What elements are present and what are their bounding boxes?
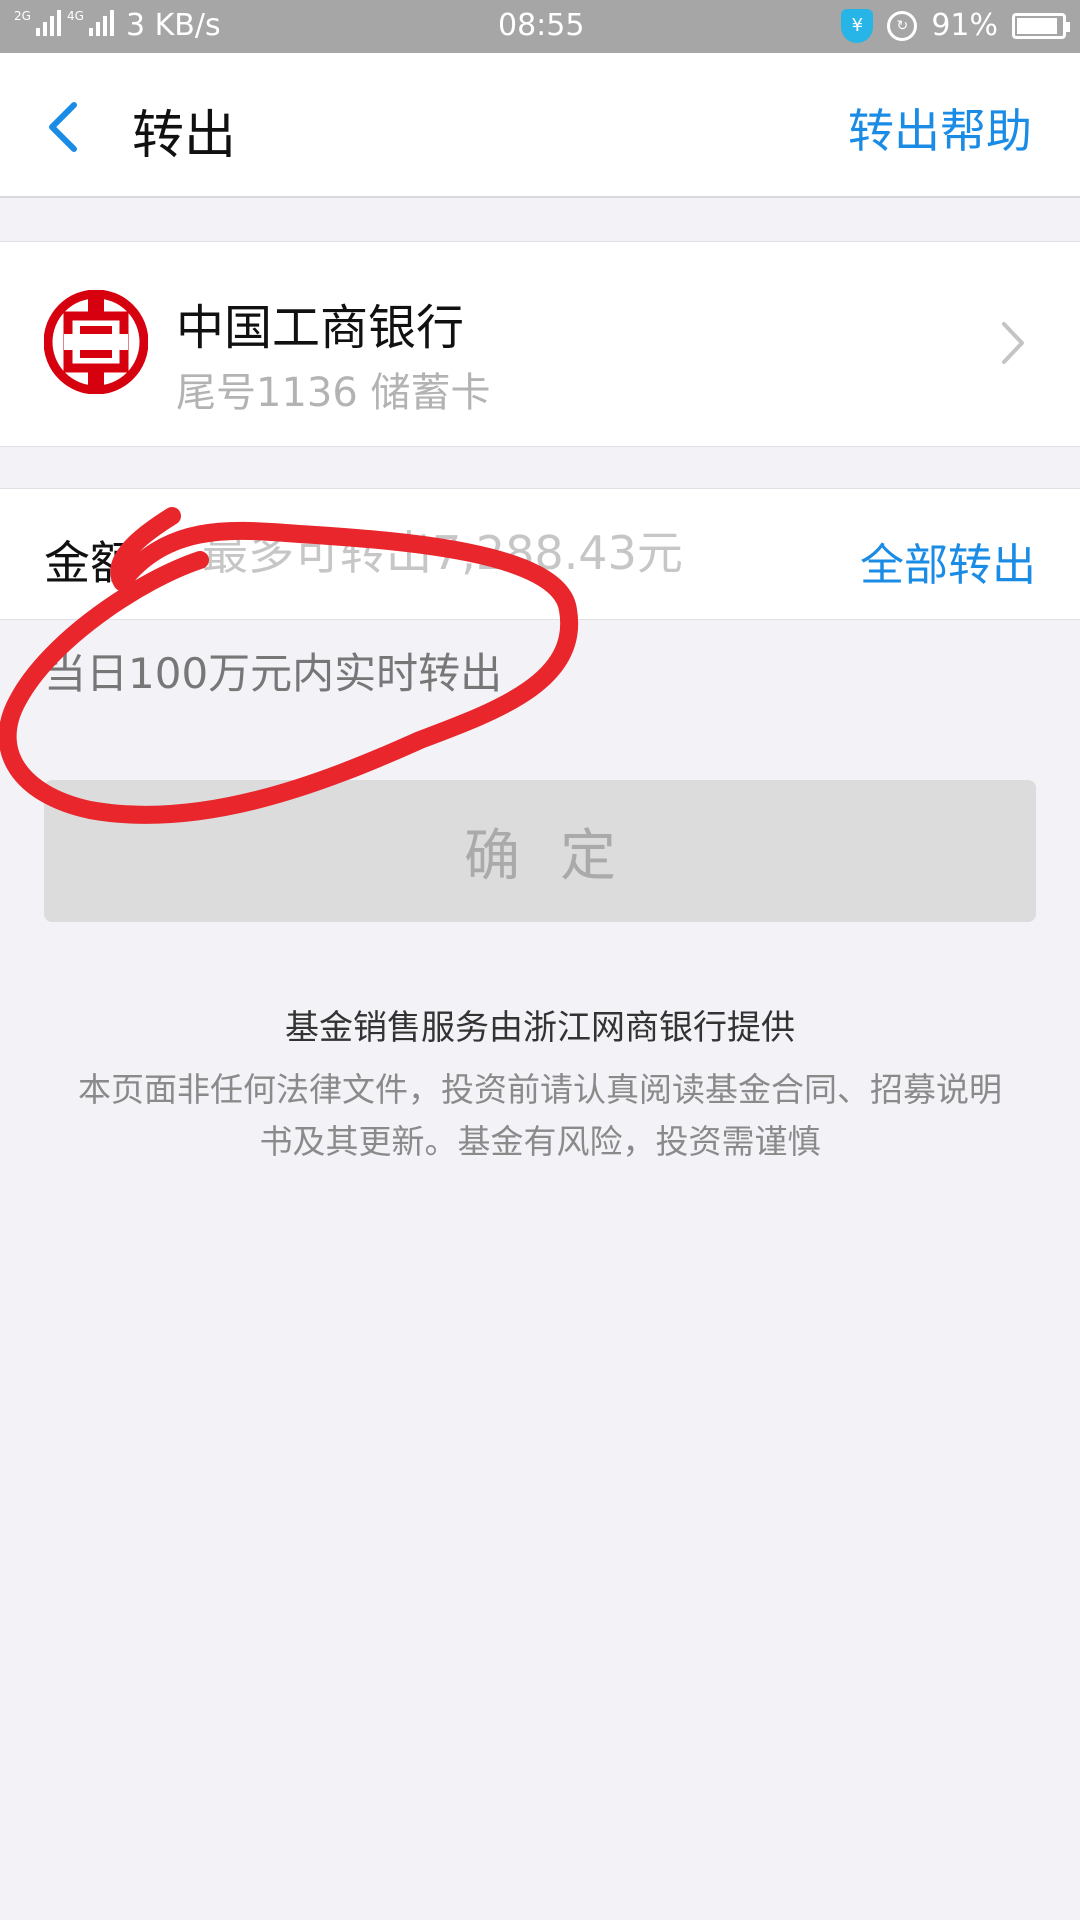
- back-arrow-icon[interactable]: [44, 97, 84, 157]
- battery-icon: [1012, 12, 1070, 39]
- status-right-icons: ¥ ↻ 91%: [841, 8, 1070, 43]
- network-type-1: 2G: [14, 9, 31, 23]
- bank-name: 中国工商银行: [176, 300, 465, 356]
- status-bar: 2G 4G 3 KB/s 08:55 ¥ ↻ 91%: [0, 0, 1080, 53]
- amount-input[interactable]: [200, 517, 724, 589]
- security-shield-icon: ¥: [841, 8, 874, 43]
- bank-card-selector[interactable]: 中国工商银行 尾号1136 储蓄卡: [0, 241, 1080, 447]
- card-info: 尾号1136 储蓄卡: [176, 370, 491, 416]
- clock: 08:55: [498, 8, 585, 43]
- battery-fill: [1017, 17, 1058, 34]
- nav-header: 转出 转出帮助: [0, 53, 1080, 198]
- icbc-logo-icon: [44, 290, 148, 394]
- signal-2g-icon: 2G: [14, 10, 61, 36]
- signal-indicators: 2G 4G: [14, 10, 114, 36]
- battery-percent: 91%: [931, 8, 998, 43]
- transfer-help-link[interactable]: 转出帮助: [848, 95, 1032, 161]
- realtime-notice: 当日100万元内实时转出: [44, 649, 503, 698]
- network-speed: 3 KB/s: [126, 8, 221, 43]
- rotation-lock-icon: ↻: [887, 10, 918, 41]
- transfer-out-screen: 2G 4G 3 KB/s 08:55 ¥ ↻ 91% 转出 转出帮助 中国工商银…: [0, 0, 1080, 1920]
- chevron-right-icon: [1002, 322, 1024, 364]
- amount-label: 金额: [44, 536, 136, 590]
- network-type-2: 4G: [66, 9, 84, 23]
- signal-4g-icon: 4G: [67, 10, 114, 36]
- amount-row: 金额 全部转出: [0, 488, 1080, 620]
- fund-service-provider: 基金销售服务由浙江网商银行提供: [285, 1008, 795, 1048]
- transfer-all-button[interactable]: 全部转出: [860, 529, 1036, 593]
- confirm-button[interactable]: 确定: [44, 780, 1036, 922]
- page-title: 转出: [132, 106, 237, 166]
- risk-disclaimer: 本页面非任何法律文件，投资前请认真阅读基金合同、招募说明书及其更新。基金有风险，…: [78, 1070, 1002, 1161]
